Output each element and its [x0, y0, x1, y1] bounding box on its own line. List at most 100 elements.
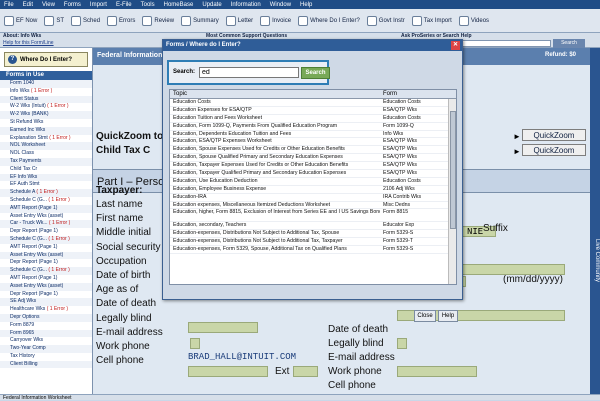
table-row[interactable]: Education Tuition and Fees Worksheet Educ…: [170, 115, 456, 123]
close-button[interactable]: Close: [414, 310, 436, 322]
forms-list-item[interactable]: Child Tax Cr: [0, 166, 92, 174]
menu-import[interactable]: Import: [90, 2, 107, 8]
forms-list-item[interactable]: Tax Payments: [0, 157, 92, 166]
forms-list-item[interactable]: W-2 Wks (Intuit) ( 1 Error ): [0, 103, 92, 111]
forms-list-item[interactable]: Depr Options: [0, 313, 92, 322]
table-row[interactable]: Education, Form 1099-Q, Payments From Qu…: [170, 123, 456, 131]
forms-list-item[interactable]: EF Info Wks: [0, 173, 92, 182]
work-phone-field[interactable]: [188, 366, 268, 377]
forms-list-item[interactable]: Client Billing: [0, 360, 92, 369]
date-of-death-field[interactable]: [188, 322, 258, 333]
table-row[interactable]: Education expenses, Miscellaneous Itemiz…: [170, 202, 456, 210]
toolbar-button-ef-now[interactable]: EF Now: [2, 12, 39, 30]
forms-list-item[interactable]: Schedule C (G... ( 1 Error ): [0, 235, 92, 244]
toolbar-button-letter[interactable]: Letter: [224, 12, 255, 30]
scroll-thumb[interactable]: [450, 111, 456, 229]
toolbar-button-where-do-i-enter-[interactable]: Where Do I Enter?: [296, 12, 362, 30]
table-row[interactable]: Education-IRA IRA Contrib Wks: [170, 194, 456, 202]
help-form-link[interactable]: Help for this Form/Line: [3, 40, 54, 47]
toolbar-button-videos[interactable]: Videos: [457, 12, 491, 30]
table-row[interactable]: Education, Dependents Education Tuition …: [170, 131, 456, 139]
table-row[interactable]: Education, Spouse Expenses Used for Cred…: [170, 146, 456, 155]
menu-forms[interactable]: Forms: [64, 2, 81, 8]
toolbar-button-invoice[interactable]: Invoice: [258, 12, 293, 30]
table-row[interactable]: Education, ESA/QTP Expenses Worksheet ESA…: [170, 138, 456, 147]
forms-list-item[interactable]: EF Auth Stmt: [0, 181, 92, 189]
table-row[interactable]: Education, Taxpayer Qualified Primary an…: [170, 170, 456, 178]
forms-list-item[interactable]: Healthcare Wks ( 1 Error ): [0, 306, 92, 314]
menu-efile[interactable]: E-File: [116, 2, 132, 8]
search-button[interactable]: Search: [301, 67, 330, 79]
table-row[interactable]: Education, Taxpayer Expenses Used for Cr…: [170, 162, 456, 171]
table-scrollbar[interactable]: [448, 99, 456, 284]
close-icon[interactable]: ✕: [451, 41, 460, 50]
quickzoom-button-1[interactable]: QuickZoom: [522, 129, 586, 141]
where-do-i-enter-button[interactable]: ? Where Do I Enter?: [4, 52, 88, 67]
menu-homebase[interactable]: HomeBase: [164, 2, 194, 8]
forms-list-item[interactable]: Two-Year Comp: [0, 345, 92, 353]
forms-list-item[interactable]: Schedule A ( 1 Error ): [0, 189, 92, 197]
quickzoom-button-2[interactable]: QuickZoom: [522, 144, 586, 156]
col-topic[interactable]: Topic: [170, 90, 380, 98]
right-blind-checkbox[interactable]: [397, 338, 407, 349]
forms-list-item[interactable]: Info Wks ( 1 Error ): [0, 88, 92, 96]
toolbar-button-sched[interactable]: Sched: [69, 12, 102, 30]
forms-list-item[interactable]: NOL Worksheet: [0, 142, 92, 151]
ext-field[interactable]: [293, 366, 318, 377]
toolbar-button-review[interactable]: Review: [140, 12, 176, 30]
forms-list-item[interactable]: Car - Truck Wk... ( 1 Error ): [0, 220, 92, 229]
table-row[interactable]: Education, secondary, Teachers Educator E…: [170, 222, 456, 231]
forms-list-item[interactable]: Schedule C (G... ( 1 Error ): [0, 197, 92, 205]
forms-list-item[interactable]: Asset Entry Wks (asset): [0, 282, 92, 291]
menu-edit[interactable]: Edit: [23, 2, 33, 8]
help-button[interactable]: Help: [438, 310, 458, 322]
search-input[interactable]: [199, 67, 299, 78]
forms-list-item[interactable]: Depr Report (Page 1): [0, 228, 92, 236]
forms-list-item[interactable]: St Refund Wks: [0, 119, 92, 127]
table-row[interactable]: Education, Employee Business Expense 2106…: [170, 186, 456, 194]
help-search-button[interactable]: Search: [553, 39, 585, 48]
toolbar-button-tax-import[interactable]: Tax Import: [410, 12, 454, 30]
forms-list-item[interactable]: Form 8879: [0, 322, 92, 330]
menu-update[interactable]: Update: [202, 2, 221, 8]
forms-list-item[interactable]: SE Adj Wks: [0, 298, 92, 307]
forms-list-item[interactable]: Carryover Wks: [0, 337, 92, 345]
toolbar-button-errors[interactable]: Errors: [105, 12, 137, 30]
forms-list-item[interactable]: Asset Entry Wks (asset): [0, 213, 92, 221]
forms-list-item[interactable]: Asset Entry Wks (asset): [0, 251, 92, 260]
menu-view[interactable]: View: [42, 2, 55, 8]
menu-help[interactable]: Help: [300, 2, 312, 8]
right-work-phone-field[interactable]: [397, 366, 477, 377]
table-row[interactable]: Education Expenses for ESA/QTP ESA/QTP Wk…: [170, 107, 456, 115]
menu-window[interactable]: Window: [270, 2, 291, 8]
forms-list-item[interactable]: Form 1040: [0, 80, 92, 88]
table-row[interactable]: Education-expenses, Distributions Not Su…: [170, 238, 456, 247]
table-row[interactable]: Education-expenses, Distributions Not Su…: [170, 230, 456, 239]
toolbar-button-govt-instr[interactable]: Govt Instr: [365, 12, 407, 30]
table-row[interactable]: Education Costs Education Costs: [170, 99, 456, 107]
table-row[interactable]: Education, Use Education Deduction Educat…: [170, 178, 456, 186]
live-community-rail[interactable]: Live Community: [590, 48, 600, 394]
toolbar-button-summary[interactable]: Summary: [179, 12, 221, 30]
table-row[interactable]: Education, higher, Form 8815, Exclusion …: [170, 209, 456, 223]
forms-list-item[interactable]: AMT Report (Page 1): [0, 244, 92, 252]
forms-list-item[interactable]: Tax History: [0, 353, 92, 361]
forms-list-item[interactable]: Explanation Stmt ( 1 Error ): [0, 135, 92, 143]
col-form[interactable]: Form: [380, 90, 444, 98]
table-row[interactable]: Education, Spouse Qualified Primary and …: [170, 154, 456, 163]
table-row[interactable]: Education-expenses, Form 5329, Spouse, A…: [170, 246, 456, 255]
forms-list-item[interactable]: Form 8965: [0, 329, 92, 338]
menu-file[interactable]: File: [4, 2, 14, 8]
legally-blind-checkbox[interactable]: [190, 338, 200, 349]
menu-information[interactable]: Information: [231, 2, 261, 8]
forms-list-item[interactable]: AMT Report (Page 1): [0, 204, 92, 213]
menu-tools[interactable]: Tools: [141, 2, 155, 8]
forms-list-item[interactable]: Schedule C (G... ( 1 Error ): [0, 267, 92, 275]
forms-list-item[interactable]: W-2 Wks (BANK): [0, 111, 92, 119]
forms-list-item[interactable]: Depr Report (Page 1): [0, 259, 92, 267]
toolbar-button-st[interactable]: ST: [42, 12, 66, 30]
forms-list-item[interactable]: NOL Class: [0, 150, 92, 158]
forms-list-item[interactable]: Client Status: [0, 95, 92, 104]
forms-list-item[interactable]: AMT Report (Page 1): [0, 275, 92, 283]
forms-list-item[interactable]: Depr Report (Page 1): [0, 291, 92, 299]
